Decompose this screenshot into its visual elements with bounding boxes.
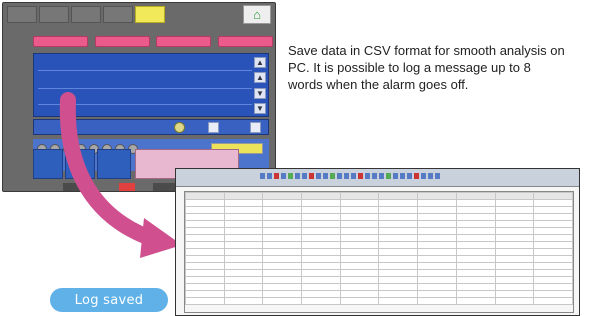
scroll-down-icon[interactable]: ▼ <box>254 103 266 114</box>
column-header <box>378 192 419 200</box>
toolbar-icon[interactable] <box>428 173 433 179</box>
hmi-tab-1[interactable] <box>7 6 37 23</box>
toolbar-icon[interactable] <box>295 173 300 179</box>
toolbar-icon[interactable] <box>421 173 426 179</box>
hmi-function-button-4[interactable] <box>217 36 273 47</box>
column-header <box>262 192 303 200</box>
table-row <box>185 234 573 242</box>
toolbar-icon[interactable] <box>407 173 412 179</box>
hmi-function-button-1[interactable] <box>33 36 88 47</box>
hmi-tab-4[interactable] <box>103 6 133 23</box>
table-row <box>185 241 573 249</box>
table-row <box>185 283 573 291</box>
toolbar-icon[interactable] <box>386 173 391 179</box>
toolbar-icon[interactable] <box>414 173 419 179</box>
hmi-tab-row <box>7 6 271 28</box>
toolbar-icon[interactable] <box>274 173 279 179</box>
hmi-function-button-2[interactable] <box>94 36 150 47</box>
log-line <box>38 70 252 71</box>
toolbar-icon[interactable] <box>379 173 384 179</box>
toolbar-icon[interactable] <box>267 173 272 179</box>
hmi-tab-3[interactable] <box>71 6 101 23</box>
hmi-panel-button[interactable] <box>33 149 63 179</box>
toolbar-icon[interactable] <box>337 173 342 179</box>
table-row <box>185 290 573 298</box>
home-icon[interactable]: ⌂ <box>243 5 271 24</box>
toolbar-icon[interactable] <box>344 173 349 179</box>
column-header <box>494 192 535 200</box>
toolbar-icon[interactable] <box>358 173 363 179</box>
table-header-row <box>185 192 573 200</box>
toolbar-icon[interactable] <box>372 173 377 179</box>
toolbar-icon[interactable] <box>330 173 335 179</box>
scroll-up-icon[interactable]: ▲ <box>254 72 266 83</box>
nav-right-button[interactable] <box>250 122 261 133</box>
scroll-up-icon[interactable]: ▲ <box>254 57 266 68</box>
column-header <box>223 192 264 200</box>
toolbar-icon[interactable] <box>393 173 398 179</box>
table-row <box>185 276 573 284</box>
table-row <box>185 220 573 228</box>
curved-arrow-icon <box>59 92 182 258</box>
column-header <box>339 192 380 200</box>
hmi-tab-active[interactable] <box>135 6 165 23</box>
spreadsheet-titlebar <box>176 169 579 187</box>
toolbar-icon[interactable] <box>400 173 405 179</box>
table-row <box>185 206 573 214</box>
spreadsheet-window <box>175 168 580 316</box>
toolbar-icon[interactable] <box>260 173 265 179</box>
spreadsheet-toolbar <box>260 173 565 181</box>
column-header <box>185 192 225 200</box>
hmi-function-button-3[interactable] <box>156 36 212 47</box>
hmi-function-buttons <box>33 36 273 49</box>
toolbar-icon[interactable] <box>316 173 321 179</box>
log-saved-badge: Log saved <box>50 288 168 312</box>
nav-left-button[interactable] <box>208 122 219 133</box>
column-header <box>533 192 573 200</box>
table-row <box>185 227 573 235</box>
table-row <box>185 199 573 207</box>
column-header <box>455 192 496 200</box>
toolbar-icon[interactable] <box>281 173 286 179</box>
table-row <box>185 255 573 263</box>
toolbar-icon[interactable] <box>302 173 307 179</box>
toolbar-icon[interactable] <box>435 173 440 179</box>
table-row <box>185 213 573 221</box>
toolbar-icon[interactable] <box>351 173 356 179</box>
toolbar-icon[interactable] <box>323 173 328 179</box>
toolbar-icon[interactable] <box>288 173 293 179</box>
description-caption: Save data in CSV format for smooth analy… <box>288 43 565 92</box>
column-header <box>417 192 457 200</box>
table-row <box>185 297 573 305</box>
toolbar-icon[interactable] <box>309 173 314 179</box>
log-line <box>38 88 252 89</box>
table-row <box>185 269 573 277</box>
table-row <box>185 248 573 256</box>
spreadsheet-grid[interactable] <box>184 191 574 313</box>
toolbar-icon[interactable] <box>365 173 370 179</box>
table-row <box>185 262 573 270</box>
hmi-tab-2[interactable] <box>39 6 69 23</box>
scroll-down-icon[interactable]: ▼ <box>254 88 266 99</box>
column-header <box>301 192 341 200</box>
csv-log-table <box>185 192 573 305</box>
